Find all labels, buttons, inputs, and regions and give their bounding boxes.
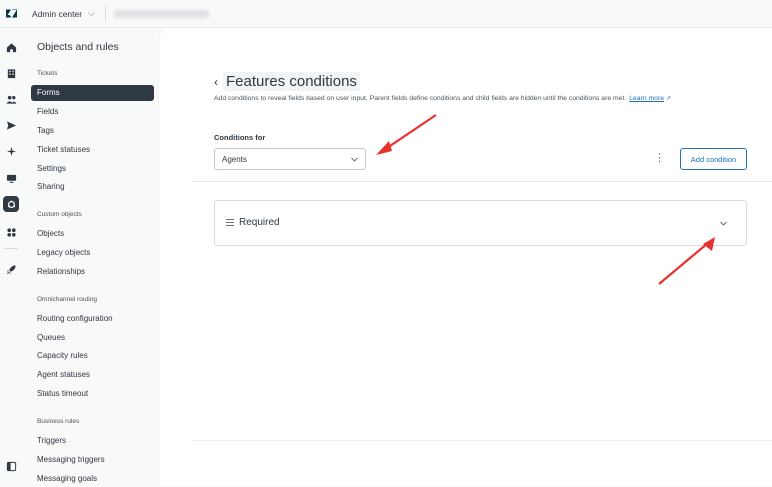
annotation-arrows	[376, 114, 715, 285]
annotation-arrowhead-chevron	[703, 237, 715, 251]
annotation-arrow-select	[383, 114, 437, 151]
annotation-arrowhead-select	[376, 141, 392, 155]
annotation-arrow-chevron	[658, 242, 709, 285]
